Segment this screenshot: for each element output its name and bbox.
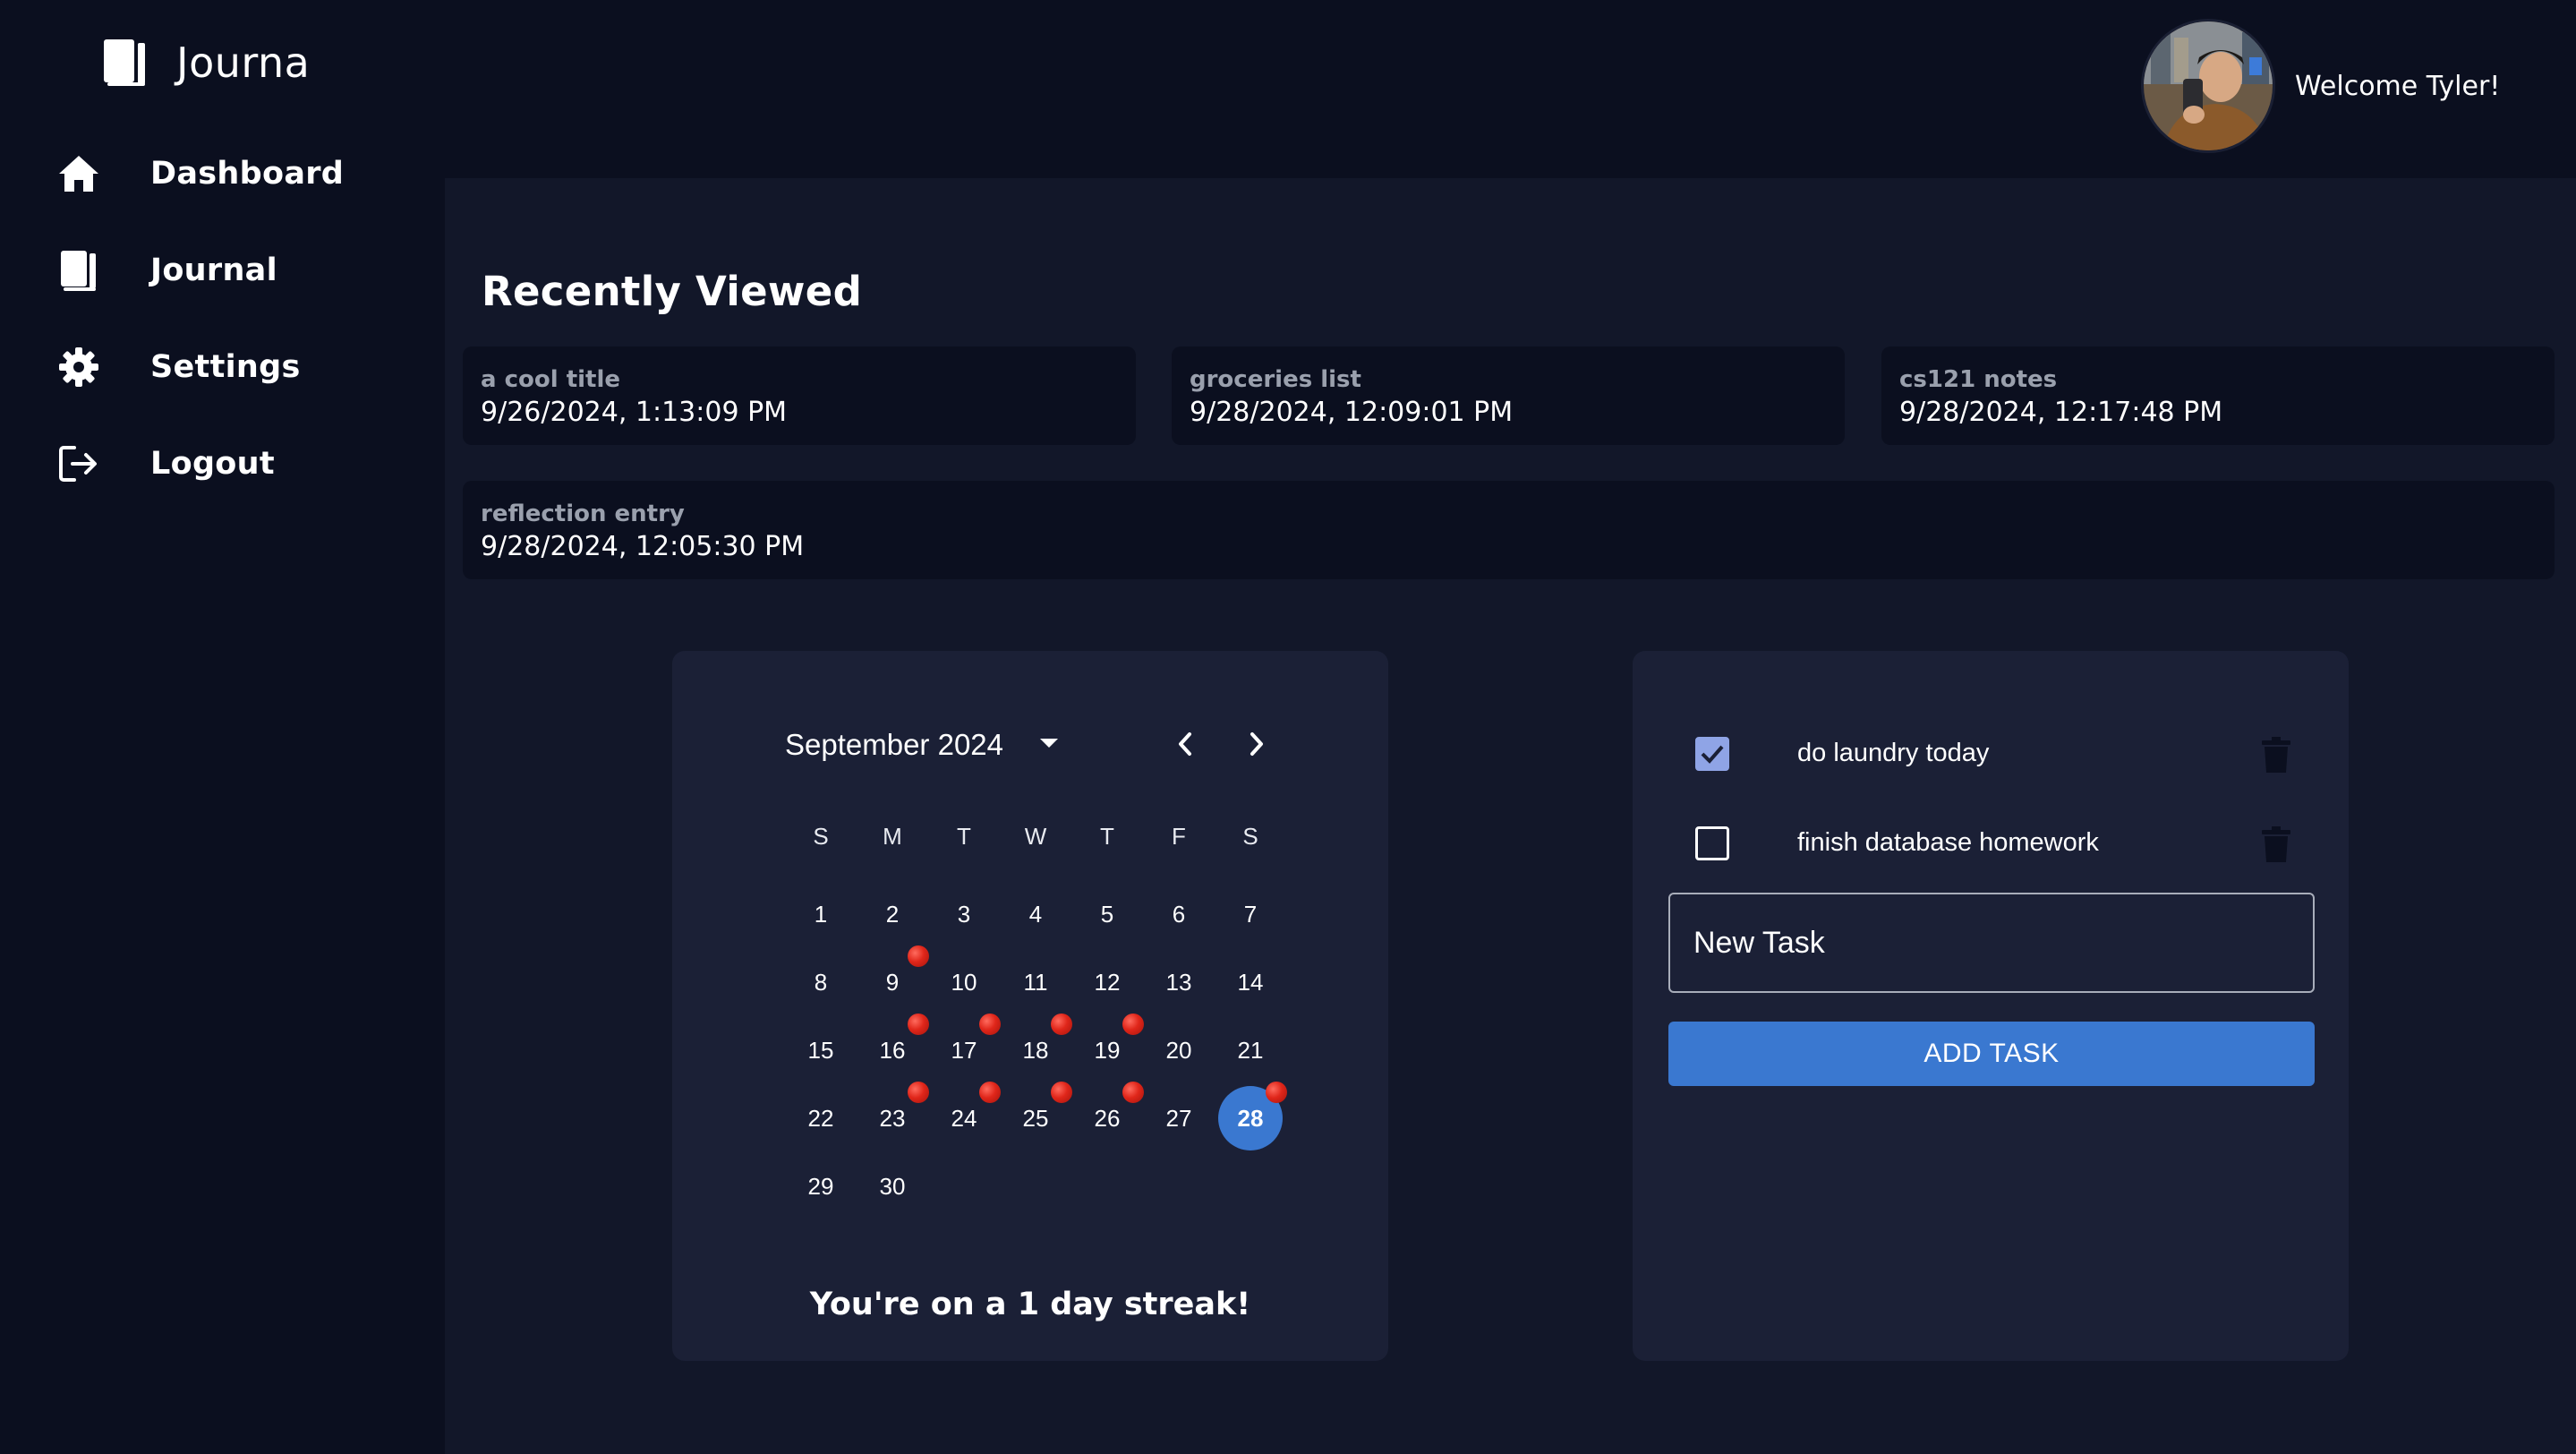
calendar-day[interactable]: 15: [789, 1018, 853, 1082]
sidebar-item-label: Journal: [150, 252, 277, 288]
entry-dot: [1122, 1014, 1144, 1035]
entry-dot: [908, 1014, 929, 1035]
entry-date: 9/28/2024, 12:09:01 PM: [1190, 397, 1514, 428]
chevron-down-icon[interactable]: [1036, 730, 1062, 757]
recent-entry-card[interactable]: cs121 notes 9/28/2024, 12:17:48 PM: [1881, 346, 2555, 445]
calendar-day[interactable]: 2: [860, 882, 925, 946]
recent-entry-card[interactable]: groceries list 9/28/2024, 12:09:01 PM: [1172, 346, 1845, 445]
calendar-day[interactable]: 12: [1075, 950, 1139, 1014]
entry-title: reflection entry: [481, 500, 685, 527]
trash-icon[interactable]: [2258, 735, 2294, 774]
chevron-left-icon: [1179, 732, 1191, 756]
entry-dot: [1051, 1082, 1072, 1103]
previous-month-button[interactable]: [1167, 726, 1203, 762]
chevron-right-icon: [1250, 732, 1263, 756]
entry-dot: [1122, 1082, 1144, 1103]
recent-entry-card[interactable]: a cool title 9/26/2024, 1:13:09 PM: [463, 346, 1136, 445]
calendar-day[interactable]: 30: [860, 1154, 925, 1219]
calendar-day[interactable]: 14: [1218, 950, 1283, 1014]
weekday-header: S: [813, 823, 829, 850]
task-text: finish database homework: [1797, 828, 2099, 857]
user-menu[interactable]: Welcome Tyler!: [2141, 19, 2500, 153]
entry-dot: [979, 1014, 1001, 1035]
trash-icon[interactable]: [2258, 825, 2294, 864]
sidebar-item-label: Logout: [150, 446, 275, 482]
sidebar-item-logout[interactable]: Logout: [55, 437, 275, 491]
calendar-day[interactable]: 6: [1147, 882, 1211, 946]
recent-entry-card[interactable]: reflection entry 9/28/2024, 12:05:30 PM: [463, 481, 2555, 579]
weekday-header: T: [957, 823, 971, 850]
weekday-header: W: [1024, 823, 1047, 850]
gear-icon: [55, 344, 102, 390]
calendar-day[interactable]: 4: [1003, 882, 1068, 946]
calendar-day[interactable]: 27: [1147, 1086, 1211, 1150]
task-checkbox[interactable]: [1695, 826, 1729, 860]
calendar-header: September 2024: [785, 723, 1286, 767]
app-name: Journa: [176, 38, 311, 87]
calendar-day[interactable]: 1: [789, 882, 853, 946]
calendar-day[interactable]: 11: [1003, 950, 1068, 1014]
avatar[interactable]: [2141, 19, 2275, 153]
sidebar-item-settings[interactable]: Settings: [55, 340, 301, 394]
task-row: finish database homework: [1633, 816, 2349, 869]
sidebar-item-journal[interactable]: Journal: [55, 244, 277, 297]
book-icon: [102, 36, 147, 90]
calendar-day[interactable]: 10: [932, 950, 996, 1014]
entry-date: 9/26/2024, 1:13:09 PM: [481, 397, 788, 428]
weekday-header: S: [1242, 823, 1258, 850]
entry-title: cs121 notes: [1899, 366, 2058, 393]
calendar-day[interactable]: 20: [1147, 1018, 1211, 1082]
sidebar: Journa Dashboard Journal Settings Logout: [0, 0, 445, 1454]
weekday-header: T: [1100, 823, 1114, 850]
task-row: do laundry today: [1633, 726, 2349, 780]
calendar-card: September 2024 S M T W T F S 1 2 3 4 5 6 7 8 9 10 11 12 13 1…: [672, 651, 1388, 1361]
entry-dot: [908, 945, 929, 967]
sidebar-item-label: Dashboard: [150, 156, 345, 192]
task-card: do laundry today finish database homewor…: [1633, 651, 2349, 1361]
add-task-button[interactable]: ADD TASK: [1668, 1022, 2315, 1086]
weekday-header: M: [883, 823, 902, 850]
sidebar-item-dashboard[interactable]: Dashboard: [55, 147, 344, 201]
welcome-text: Welcome Tyler!: [2295, 70, 2501, 102]
month-label[interactable]: September 2024: [785, 728, 1003, 762]
calendar-day[interactable]: 5: [1075, 882, 1139, 946]
task-checkbox[interactable]: [1695, 737, 1729, 771]
calendar-day[interactable]: 13: [1147, 950, 1211, 1014]
calendar-day[interactable]: 22: [789, 1086, 853, 1150]
entry-date: 9/28/2024, 12:17:48 PM: [1899, 397, 2223, 428]
entry-date: 9/28/2024, 12:05:30 PM: [481, 531, 805, 562]
home-icon: [55, 150, 102, 197]
brand[interactable]: Journa: [102, 34, 310, 91]
calendar-day[interactable]: 29: [789, 1154, 853, 1219]
calendar-day[interactable]: 7: [1218, 882, 1283, 946]
sidebar-item-label: Settings: [150, 349, 301, 385]
entry-dot: [1266, 1082, 1287, 1103]
section-title-recently-viewed: Recently Viewed: [482, 268, 863, 315]
calendar-day[interactable]: 3: [932, 882, 996, 946]
calendar-day[interactable]: 8: [789, 950, 853, 1014]
calendar-day[interactable]: 21: [1218, 1018, 1283, 1082]
weekday-header: F: [1172, 823, 1186, 850]
new-task-input[interactable]: [1668, 893, 2315, 993]
streak-text: You're on a 1 day streak!: [809, 1287, 1251, 1322]
book-icon: [55, 247, 102, 294]
logout-icon: [55, 440, 102, 487]
next-month-button[interactable]: [1239, 726, 1275, 762]
entry-dot: [908, 1082, 929, 1103]
entry-dot: [1051, 1014, 1072, 1035]
entry-dot: [979, 1082, 1001, 1103]
task-text: do laundry today: [1797, 739, 1990, 767]
check-icon: [1701, 745, 1724, 764]
entry-title: groceries list: [1190, 366, 1361, 393]
entry-title: a cool title: [481, 366, 621, 393]
main-panel: Recently Viewed a cool title 9/26/2024, …: [445, 178, 2576, 1454]
